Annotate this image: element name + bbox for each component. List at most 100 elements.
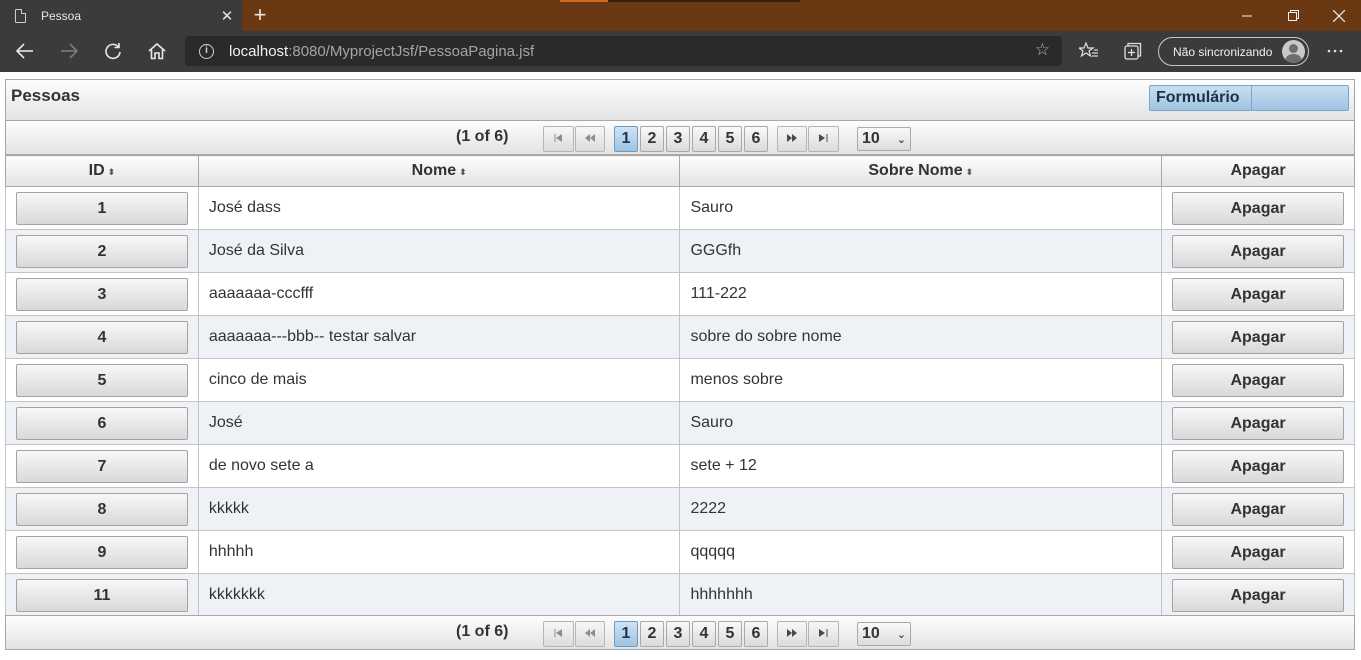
rows-per-page-select[interactable]: 10 ⌄ [857,622,911,646]
id-button[interactable]: 8 [16,492,188,526]
page-button-2[interactable]: 2 [640,126,664,152]
apagar-button[interactable]: Apagar [1172,191,1344,225]
table-row: 8 kkkkk 2222 Apagar [5,487,1355,531]
page-button-4[interactable]: 4 [692,621,716,647]
next-page-icon [787,629,797,637]
column-header-sobrenome[interactable]: Sobre Nome ⬍ [679,155,1163,187]
last-page-button[interactable] [808,126,839,152]
sort-icon: ⬍ [107,167,116,177]
nome-cell: hhhhh [197,530,681,574]
table-header-row: ID ⬍ Nome ⬍ Sobre Nome ⬍ Apagar [5,155,1355,187]
first-page-icon [554,629,562,637]
page-button-3[interactable]: 3 [666,621,690,647]
page-button-6[interactable]: 6 [744,621,768,647]
table-row: 9 hhhhh qqqqq Apagar [5,530,1355,574]
tab-close-icon[interactable]: ✕ [212,7,242,25]
apagar-button[interactable]: Apagar [1172,363,1344,397]
button-divider [1251,86,1252,110]
minimize-button[interactable] [1224,0,1270,31]
address-bar[interactable]: i localhost:8080/MyprojectJsf/PessoaPagi… [185,36,1062,66]
id-button[interactable]: 5 [16,363,188,397]
nome-cell: kkkkkkk [197,573,681,617]
rows-per-page-value: 10 [862,130,880,147]
page-report: (1 of 6) [456,623,509,640]
browser-toolbar: i localhost:8080/MyprojectJsf/PessoaPagi… [0,31,1361,72]
title-bar: Pessoa ✕ + [0,0,1361,31]
apagar-button[interactable]: Apagar [1172,406,1344,440]
apagar-button[interactable]: Apagar [1172,578,1344,612]
id-button[interactable]: 4 [16,320,188,354]
id-button[interactable]: 7 [16,449,188,483]
paginator-bottom: (1 of 6) 1 2 3 4 5 6 10 ⌄ [5,615,1355,650]
more-button[interactable] [1320,36,1350,66]
page-button-5[interactable]: 5 [718,126,742,152]
apagar-button[interactable]: Apagar [1172,277,1344,311]
apagar-button[interactable]: Apagar [1172,320,1344,354]
apagar-button[interactable]: Apagar [1172,535,1344,569]
favorites-icon [1079,42,1098,58]
column-header-apagar: Apagar [1161,155,1355,187]
page-button-6[interactable]: 6 [744,126,768,152]
page-icon [15,8,26,23]
star-icon[interactable]: ☆ [1035,40,1050,60]
prev-page-button[interactable] [575,126,605,152]
table-row: 4 aaaaaaa---bbb-- testar salvar sobre do… [5,315,1355,359]
favorites-button[interactable] [1074,36,1104,66]
page-button-2[interactable]: 2 [640,621,664,647]
sobrenome-cell: qqqqq [679,530,1163,574]
apagar-button[interactable]: Apagar [1172,234,1344,268]
next-page-button[interactable] [777,126,807,152]
column-header-nome[interactable]: Nome ⬍ [197,155,681,187]
refresh-button[interactable] [98,36,128,66]
page-button-4[interactable]: 4 [692,126,716,152]
sobrenome-cell: GGGfh [679,229,1163,273]
restore-button[interactable] [1270,0,1316,31]
avatar-icon [1282,40,1305,63]
rows-per-page-select[interactable]: 10 ⌄ [857,127,911,151]
page-button-1[interactable]: 1 [614,126,638,152]
browser-tab[interactable]: Pessoa ✕ [0,0,242,31]
apagar-button[interactable]: Apagar [1172,492,1344,526]
prev-page-button[interactable] [575,621,605,647]
id-button[interactable]: 6 [16,406,188,440]
table-row: 1 José dass Sauro Apagar [5,186,1355,230]
formulario-label: Formulário [1156,89,1240,106]
rows-per-page-value: 10 [862,625,880,642]
home-button[interactable] [142,36,172,66]
page-button-1[interactable]: 1 [614,621,638,647]
next-page-button[interactable] [777,621,807,647]
id-button[interactable]: 1 [16,191,188,225]
back-button[interactable] [10,36,40,66]
profile-button[interactable]: Não sincronizando [1158,37,1309,66]
first-page-button[interactable] [543,126,574,152]
title-accent [560,0,608,2]
id-button[interactable]: 11 [16,578,188,612]
id-button[interactable]: 9 [16,535,188,569]
sort-icon: ⬍ [965,167,974,177]
sobrenome-cell: sobre do sobre nome [679,315,1163,359]
table-row: 7 de novo sete a sete + 12 Apagar [5,444,1355,488]
forward-button[interactable] [54,36,84,66]
first-page-icon [554,134,562,142]
collections-button[interactable] [1118,36,1148,66]
panel-header: Pessoas Formulário [5,79,1355,121]
page-button-3[interactable]: 3 [666,126,690,152]
pessoas-table: ID ⬍ Nome ⬍ Sobre Nome ⬍ Apagar 1 José dass… [5,155,1355,617]
prev-page-icon [585,134,595,142]
close-window-button[interactable] [1316,0,1361,31]
new-tab-button[interactable]: + [250,3,270,27]
header-label: ID [88,162,105,179]
formulario-button[interactable]: Formulário [1149,85,1349,111]
sobrenome-cell: 111-222 [679,272,1163,316]
info-icon[interactable]: i [199,43,214,59]
table-row: 6 José Sauro Apagar [5,401,1355,445]
last-page-icon [819,629,828,637]
paginator-top: (1 of 6) 1 2 3 4 5 6 10 ⌄ [5,120,1355,155]
column-header-id[interactable]: ID ⬍ [5,155,199,187]
last-page-button[interactable] [808,621,839,647]
id-button[interactable]: 2 [16,234,188,268]
first-page-button[interactable] [543,621,574,647]
apagar-button[interactable]: Apagar [1172,449,1344,483]
page-button-5[interactable]: 5 [718,621,742,647]
id-button[interactable]: 3 [16,277,188,311]
